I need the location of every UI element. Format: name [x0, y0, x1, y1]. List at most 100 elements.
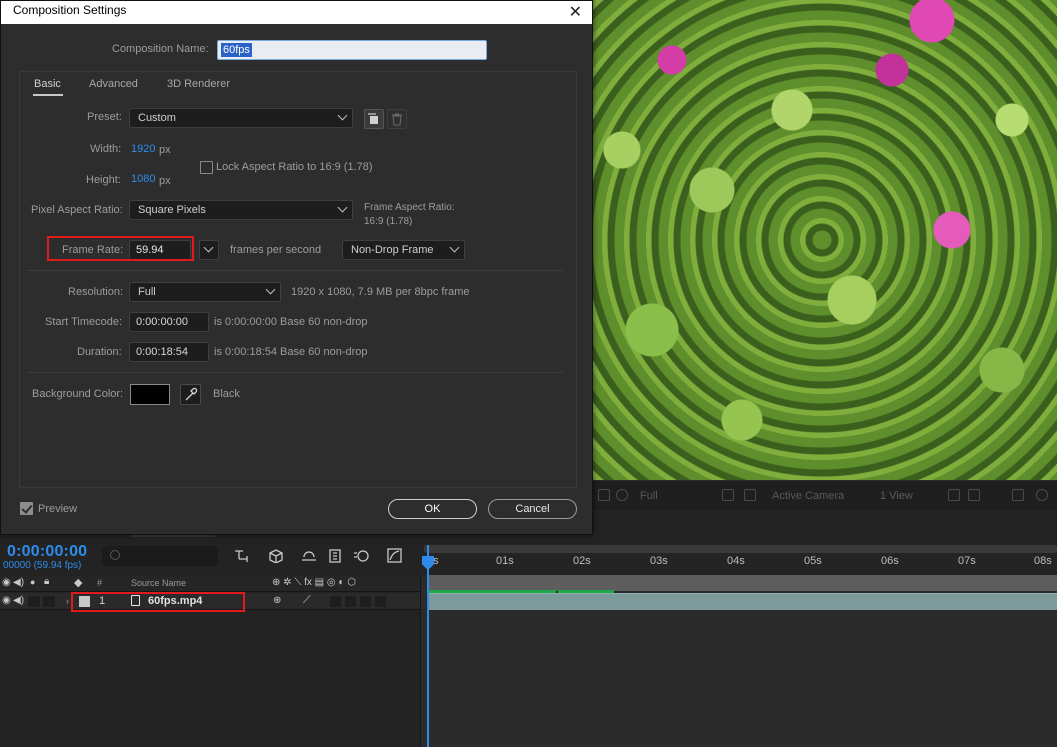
resolution-label: Resolution: — [68, 286, 124, 298]
viewer-toolbar: Full Active Camera 1 View — [592, 480, 1057, 510]
view-options-icon[interactable] — [948, 489, 960, 501]
composition-viewer — [592, 0, 1057, 480]
ruler-tick: 02s — [573, 555, 591, 567]
delete-preset-icon[interactable] — [387, 109, 407, 129]
current-time-display[interactable]: 0:00:00:00 — [7, 543, 87, 561]
chevron-down-icon — [203, 242, 214, 253]
background-color-swatch[interactable] — [130, 384, 170, 405]
dialog-title: Composition Settings — [13, 3, 127, 17]
label-icon[interactable]: ◆ — [74, 576, 82, 589]
zoom-select[interactable]: Full — [640, 490, 658, 502]
camera-select[interactable]: Active Camera — [772, 490, 844, 502]
preset-select[interactable]: Custom — [129, 108, 353, 128]
divider — [27, 270, 564, 271]
frame-aspect-value: 16:9 (1.78) — [364, 216, 413, 227]
start-timecode-input[interactable]: 0:00:00:00 — [129, 312, 209, 332]
motion-blur-icon[interactable] — [354, 550, 369, 562]
tab-3d-renderer[interactable]: 3D Renderer — [167, 78, 230, 90]
active-tab-indicator — [33, 94, 63, 96]
close-icon[interactable]: ✕ — [569, 2, 582, 21]
layer-shy-switch-icon[interactable]: ⊕ — [273, 595, 281, 606]
timeline-switches-toolbar — [235, 548, 402, 563]
frame-rate-highlight — [47, 236, 194, 261]
ruler-tick: 06s — [881, 555, 899, 567]
tab-basic[interactable]: Basic — [34, 78, 61, 90]
eye-icon[interactable]: ◉ — [2, 577, 11, 588]
views-select[interactable]: 1 View — [880, 490, 913, 502]
expand-layer-chevron-icon[interactable]: › — [66, 596, 69, 606]
layer-search-input[interactable] — [102, 546, 218, 566]
lock-aspect-label[interactable]: Lock Aspect Ratio to 16:9 (1.78) — [216, 161, 373, 173]
width-value[interactable]: 1920 — [131, 143, 155, 155]
preset-value: Custom — [138, 112, 176, 124]
duration-info: is 0:00:18:54 Base 60 non-drop — [214, 346, 368, 358]
duration-input[interactable]: 0:00:18:54 — [129, 342, 209, 362]
dialog-titlebar: Composition Settings ✕ — [1, 1, 592, 24]
ruler-tick: 04s — [727, 555, 745, 567]
settings-panel — [19, 71, 577, 488]
layer-visibility-icon[interactable]: ◉ — [2, 595, 11, 606]
layer-audio-icon[interactable]: ◀) — [13, 595, 24, 606]
height-label: Height: — [86, 174, 121, 186]
lock-aspect-checkbox[interactable] — [200, 161, 213, 174]
layer-quality-switch-icon[interactable]: ⟋ — [303, 594, 311, 607]
time-navigator[interactable] — [424, 545, 1057, 553]
resolution-value: Full — [138, 286, 156, 298]
audio-icon[interactable]: ◀) — [13, 577, 24, 588]
frame-blending-icon[interactable] — [329, 549, 341, 563]
tab-advanced[interactable]: Advanced — [89, 78, 138, 90]
start-timecode-label: Start Timecode: — [45, 316, 123, 328]
layer-lock-box[interactable] — [43, 596, 55, 607]
resolution-info: 1920 x 1080, 7.9 MB per 8bpc frame — [291, 286, 470, 298]
transparency-grid-icon[interactable] — [744, 489, 756, 501]
height-unit: px — [159, 175, 171, 187]
lock-icon[interactable]: 🔒︎ — [44, 576, 49, 587]
comp-name-input[interactable]: 60fps — [217, 40, 487, 60]
new-preset-icon[interactable] — [364, 109, 384, 129]
draft-3d-icon[interactable] — [269, 549, 283, 563]
drop-frame-value: Non-Drop Frame — [351, 244, 434, 256]
height-value[interactable]: 1080 — [131, 173, 155, 185]
color-wheel-icon[interactable] — [616, 489, 628, 501]
resolution-select[interactable]: Full — [129, 282, 281, 302]
width-unit: px — [159, 144, 171, 156]
preset-label: Preset: — [87, 111, 122, 123]
cancel-button[interactable]: Cancel — [488, 499, 577, 519]
comp-mini-flowchart-icon[interactable] — [235, 550, 248, 562]
graph-editor-icon[interactable] — [387, 548, 402, 563]
ok-button[interactable]: OK — [388, 499, 477, 519]
chevron-down-icon — [337, 110, 348, 121]
region-icon[interactable] — [722, 489, 734, 501]
frame-rate-menu[interactable] — [199, 240, 219, 260]
solo-icon[interactable]: ● — [30, 577, 35, 587]
timeline-tab-divider — [130, 535, 215, 537]
divider — [27, 372, 564, 373]
layer-switch-boxes[interactable] — [330, 596, 388, 607]
time-ruler[interactable]: 0s 01s 02s 03s 04s 05s 06s 07s 08s — [420, 545, 1057, 575]
ruler-tick: 05s — [804, 555, 822, 567]
work-area-bar[interactable] — [428, 575, 1057, 591]
eyedropper-icon[interactable] — [180, 384, 201, 405]
frames-per-second-label: frames per second — [230, 244, 322, 256]
background-color-label: Background Color: — [32, 388, 124, 400]
current-time-indicator[interactable] — [427, 545, 429, 747]
fast-preview-icon[interactable] — [1012, 489, 1024, 501]
search-icon — [110, 550, 120, 560]
drop-frame-select[interactable]: Non-Drop Frame — [342, 240, 465, 260]
background-color-name: Black — [213, 388, 240, 400]
ruler-tick: 08s — [1034, 555, 1052, 567]
layer-column-header: ◉ ◀) ● 🔒︎ ◆ # Source Name ⊕ ✲ ⟍ fx ▤ ◎ ◐… — [0, 576, 420, 592]
3d-ground-icon[interactable] — [1036, 489, 1048, 501]
layer-solo-box[interactable] — [28, 596, 40, 607]
preview-label[interactable]: Preview — [38, 503, 77, 515]
source-name-header[interactable]: Source Name — [131, 578, 186, 588]
snapshot-icon[interactable] — [598, 489, 610, 501]
comp-name-value: 60fps — [221, 43, 252, 57]
preview-checkbox[interactable] — [20, 502, 33, 515]
par-value: Square Pixels — [138, 204, 206, 216]
shy-layers-icon[interactable] — [302, 551, 316, 561]
width-label: Width: — [90, 143, 122, 155]
layer-duration-bar[interactable] — [428, 593, 1057, 610]
toggle-pixel-icon[interactable] — [968, 489, 980, 501]
par-select[interactable]: Square Pixels — [129, 200, 353, 220]
